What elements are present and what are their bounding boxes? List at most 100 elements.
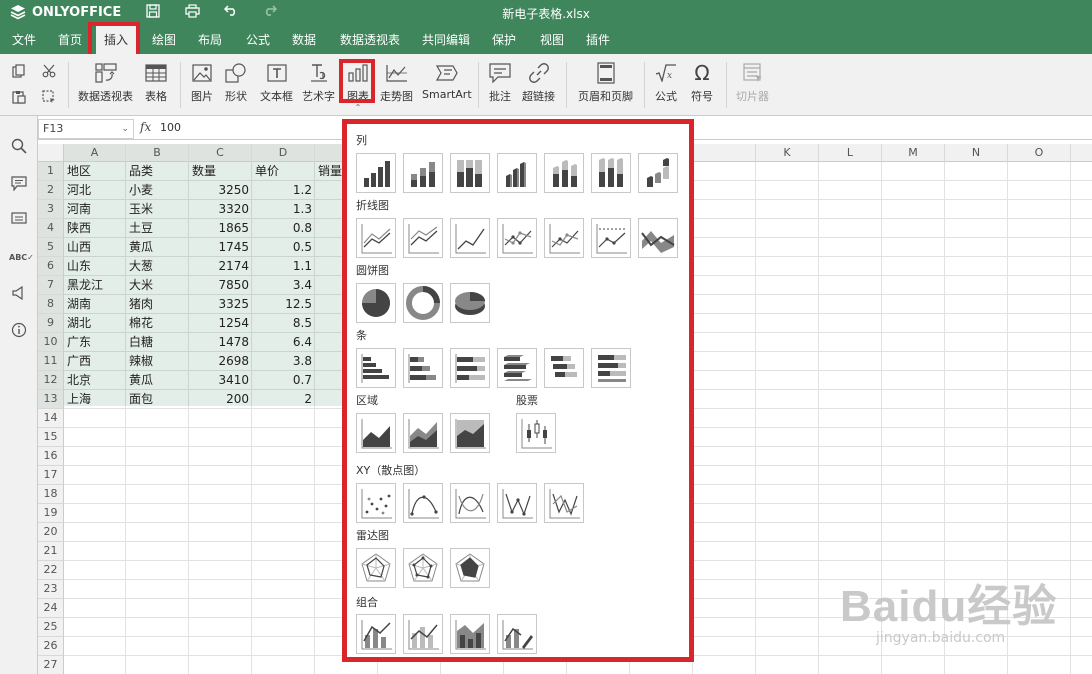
row-header[interactable]: 9	[38, 314, 64, 333]
table-cell[interactable]: 土豆	[126, 219, 189, 238]
row-header[interactable]: 5	[38, 238, 64, 257]
image-button[interactable]: 图片	[190, 62, 214, 104]
row-header[interactable]: 2	[38, 181, 64, 200]
column-header[interactable]: K	[756, 144, 819, 162]
table-button[interactable]: 表格	[144, 62, 168, 104]
bar-chart-option-1[interactable]	[356, 348, 396, 388]
table-cell[interactable]: 3320	[189, 200, 252, 219]
tab-plugins[interactable]: 插件	[578, 26, 618, 54]
hyperlink-button[interactable]: 超链接	[522, 62, 555, 104]
column-chart-option-6[interactable]	[591, 153, 631, 193]
combo-chart-option-1[interactable]	[356, 614, 396, 654]
tab-pivot[interactable]: 数据透视表	[332, 26, 408, 54]
textbox-button[interactable]: 文本框	[260, 62, 293, 104]
column-chart-option-4[interactable]	[497, 153, 537, 193]
row-header[interactable]: 20	[38, 523, 64, 542]
row-header[interactable]: 6	[38, 257, 64, 276]
row-header[interactable]: 7	[38, 276, 64, 295]
table-cell[interactable]: 3.4	[252, 276, 315, 295]
column-header[interactable]: M	[882, 144, 945, 162]
formula-button[interactable]: x 公式	[654, 62, 678, 104]
row-header[interactable]: 16	[38, 447, 64, 466]
row-header[interactable]: 1	[38, 162, 64, 181]
table-cell[interactable]: 大葱	[126, 257, 189, 276]
table-cell[interactable]: 黄瓜	[126, 238, 189, 257]
row-header[interactable]: 27	[38, 656, 64, 674]
combo-chart-option-3[interactable]	[450, 614, 490, 654]
table-cell[interactable]: 黑龙江	[64, 276, 126, 295]
table-cell[interactable]: 12.5	[252, 295, 315, 314]
table-cell[interactable]: 6.4	[252, 333, 315, 352]
column-header[interactable]: A	[64, 144, 126, 162]
table-cell[interactable]: 1745	[189, 238, 252, 257]
table-cell[interactable]: 1865	[189, 219, 252, 238]
feedback-icon[interactable]	[9, 285, 29, 306]
table-cell[interactable]: 玉米	[126, 200, 189, 219]
bar-chart-option-2[interactable]	[403, 348, 443, 388]
smartart-button[interactable]: SmartArt	[422, 62, 472, 101]
table-cell[interactable]: 8.5	[252, 314, 315, 333]
table-cell[interactable]: 面包	[126, 390, 189, 409]
table-cell[interactable]: 河北	[64, 181, 126, 200]
table-cell[interactable]: 山西	[64, 238, 126, 257]
table-cell[interactable]: 2698	[189, 352, 252, 371]
row-header[interactable]: 19	[38, 504, 64, 523]
area-chart-option-3[interactable]	[450, 413, 490, 453]
line-chart-option-4[interactable]	[497, 218, 537, 258]
tab-collaboration[interactable]: 共同编辑	[414, 26, 478, 54]
combo-chart-option-2[interactable]	[403, 614, 443, 654]
table-cell[interactable]: 广东	[64, 333, 126, 352]
radar-chart-option-1[interactable]	[356, 548, 396, 588]
row-header[interactable]: 23	[38, 580, 64, 599]
search-icon[interactable]	[9, 138, 29, 158]
chevron-down-icon[interactable]: ⌄	[121, 120, 129, 138]
scatter-chart-option-4[interactable]	[497, 483, 537, 523]
shape-button[interactable]: 形状	[224, 62, 248, 104]
column-header[interactable]: P	[1071, 144, 1092, 162]
row-header[interactable]: 14	[38, 409, 64, 428]
table-cell[interactable]: 广西	[64, 352, 126, 371]
table-cell[interactable]: 上海	[64, 390, 126, 409]
table-cell[interactable]: 3410	[189, 371, 252, 390]
area-chart-option-1[interactable]	[356, 413, 396, 453]
table-cell[interactable]: 陕西	[64, 219, 126, 238]
table-cell[interactable]: 单价	[252, 162, 315, 181]
select-all-icon[interactable]	[40, 90, 58, 108]
line-chart-option-7[interactable]	[638, 218, 678, 258]
table-cell[interactable]: 1.1	[252, 257, 315, 276]
row-header[interactable]: 22	[38, 561, 64, 580]
combo-chart-option-4[interactable]	[497, 614, 537, 654]
table-cell[interactable]: 河南	[64, 200, 126, 219]
bar-chart-option-4[interactable]	[497, 348, 537, 388]
row-header[interactable]: 21	[38, 542, 64, 561]
tab-draw[interactable]: 绘图	[144, 26, 184, 54]
pie-chart-option-2[interactable]	[403, 283, 443, 323]
scatter-chart-option-3[interactable]	[450, 483, 490, 523]
pie-chart-option-3[interactable]	[450, 283, 490, 323]
row-header[interactable]: 12	[38, 371, 64, 390]
scatter-chart-option-1[interactable]	[356, 483, 396, 523]
symbol-button[interactable]: Ω 符号	[690, 61, 714, 104]
row-header[interactable]: 13	[38, 390, 64, 409]
comment-button[interactable]: 批注	[488, 62, 512, 104]
column-header[interactable]: D	[252, 144, 315, 162]
tab-home[interactable]: 首页	[50, 26, 90, 54]
column-header[interactable]: C	[189, 144, 252, 162]
table-cell[interactable]: 3325	[189, 295, 252, 314]
table-cell[interactable]: 黄瓜	[126, 371, 189, 390]
row-header[interactable]: 8	[38, 295, 64, 314]
row-header[interactable]: 3	[38, 200, 64, 219]
stock-chart-option-1[interactable]	[516, 413, 556, 453]
radar-chart-option-3[interactable]	[450, 548, 490, 588]
table-cell[interactable]: 大米	[126, 276, 189, 295]
tab-layout[interactable]: 布局	[190, 26, 230, 54]
tab-view[interactable]: 视图	[532, 26, 572, 54]
name-box[interactable]: F13 ⌄	[38, 119, 134, 139]
function-icon[interactable]: fx	[140, 120, 151, 134]
table-cell[interactable]: 1478	[189, 333, 252, 352]
table-cell[interactable]: 0.8	[252, 219, 315, 238]
cut-icon[interactable]	[40, 64, 58, 82]
table-cell[interactable]: 湖南	[64, 295, 126, 314]
line-chart-option-6[interactable]	[591, 218, 631, 258]
column-header[interactable]: B	[126, 144, 189, 162]
